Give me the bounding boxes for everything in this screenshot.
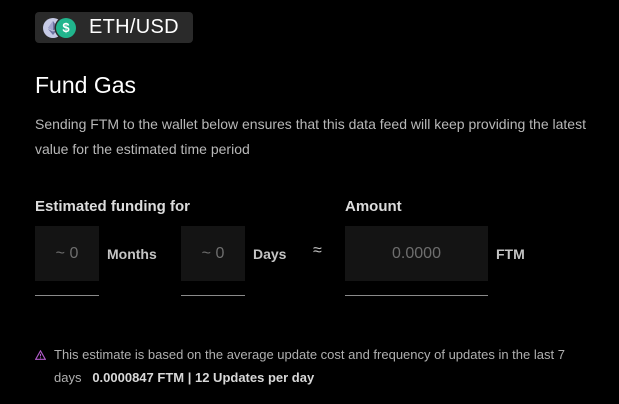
months-unit-label: Months — [107, 246, 157, 262]
months-input-underline — [35, 295, 99, 296]
description: Sending FTM to the wallet below ensures … — [35, 116, 586, 157]
page-title: Fund Gas — [35, 72, 136, 98]
days-input-underline — [181, 295, 245, 296]
estimate-note: This estimate is based on the average up… — [34, 344, 595, 389]
amount-label: Amount — [345, 198, 402, 215]
estimated-funding-label: Estimated funding for — [35, 198, 190, 215]
days-input[interactable]: ~ 0 — [181, 226, 245, 281]
approx-symbol: ≈ — [313, 242, 322, 259]
days-unit-label: Days — [253, 246, 287, 262]
warning-triangle-icon — [34, 345, 47, 367]
usd-dollar-icon: $ — [56, 17, 76, 38]
pair-icons: $ — [43, 17, 77, 38]
months-input[interactable]: ~ 0 — [35, 226, 99, 281]
note-text-line1: This estimate is based on the average up… — [54, 347, 565, 362]
pair-label: ETH/USD — [89, 16, 179, 38]
estimate-cost: 0.0000847 FTM — [92, 370, 185, 385]
amount-unit-label: FTM — [496, 246, 525, 262]
note-separator: | — [187, 370, 192, 385]
estimate-frequency: 12 Updates per day — [194, 370, 315, 385]
pair-badge: $ ETH/USD — [35, 12, 193, 43]
amount-input[interactable]: 0.0000 — [345, 226, 488, 281]
amount-input-underline — [345, 295, 488, 296]
note-text-line2: days — [54, 370, 82, 385]
